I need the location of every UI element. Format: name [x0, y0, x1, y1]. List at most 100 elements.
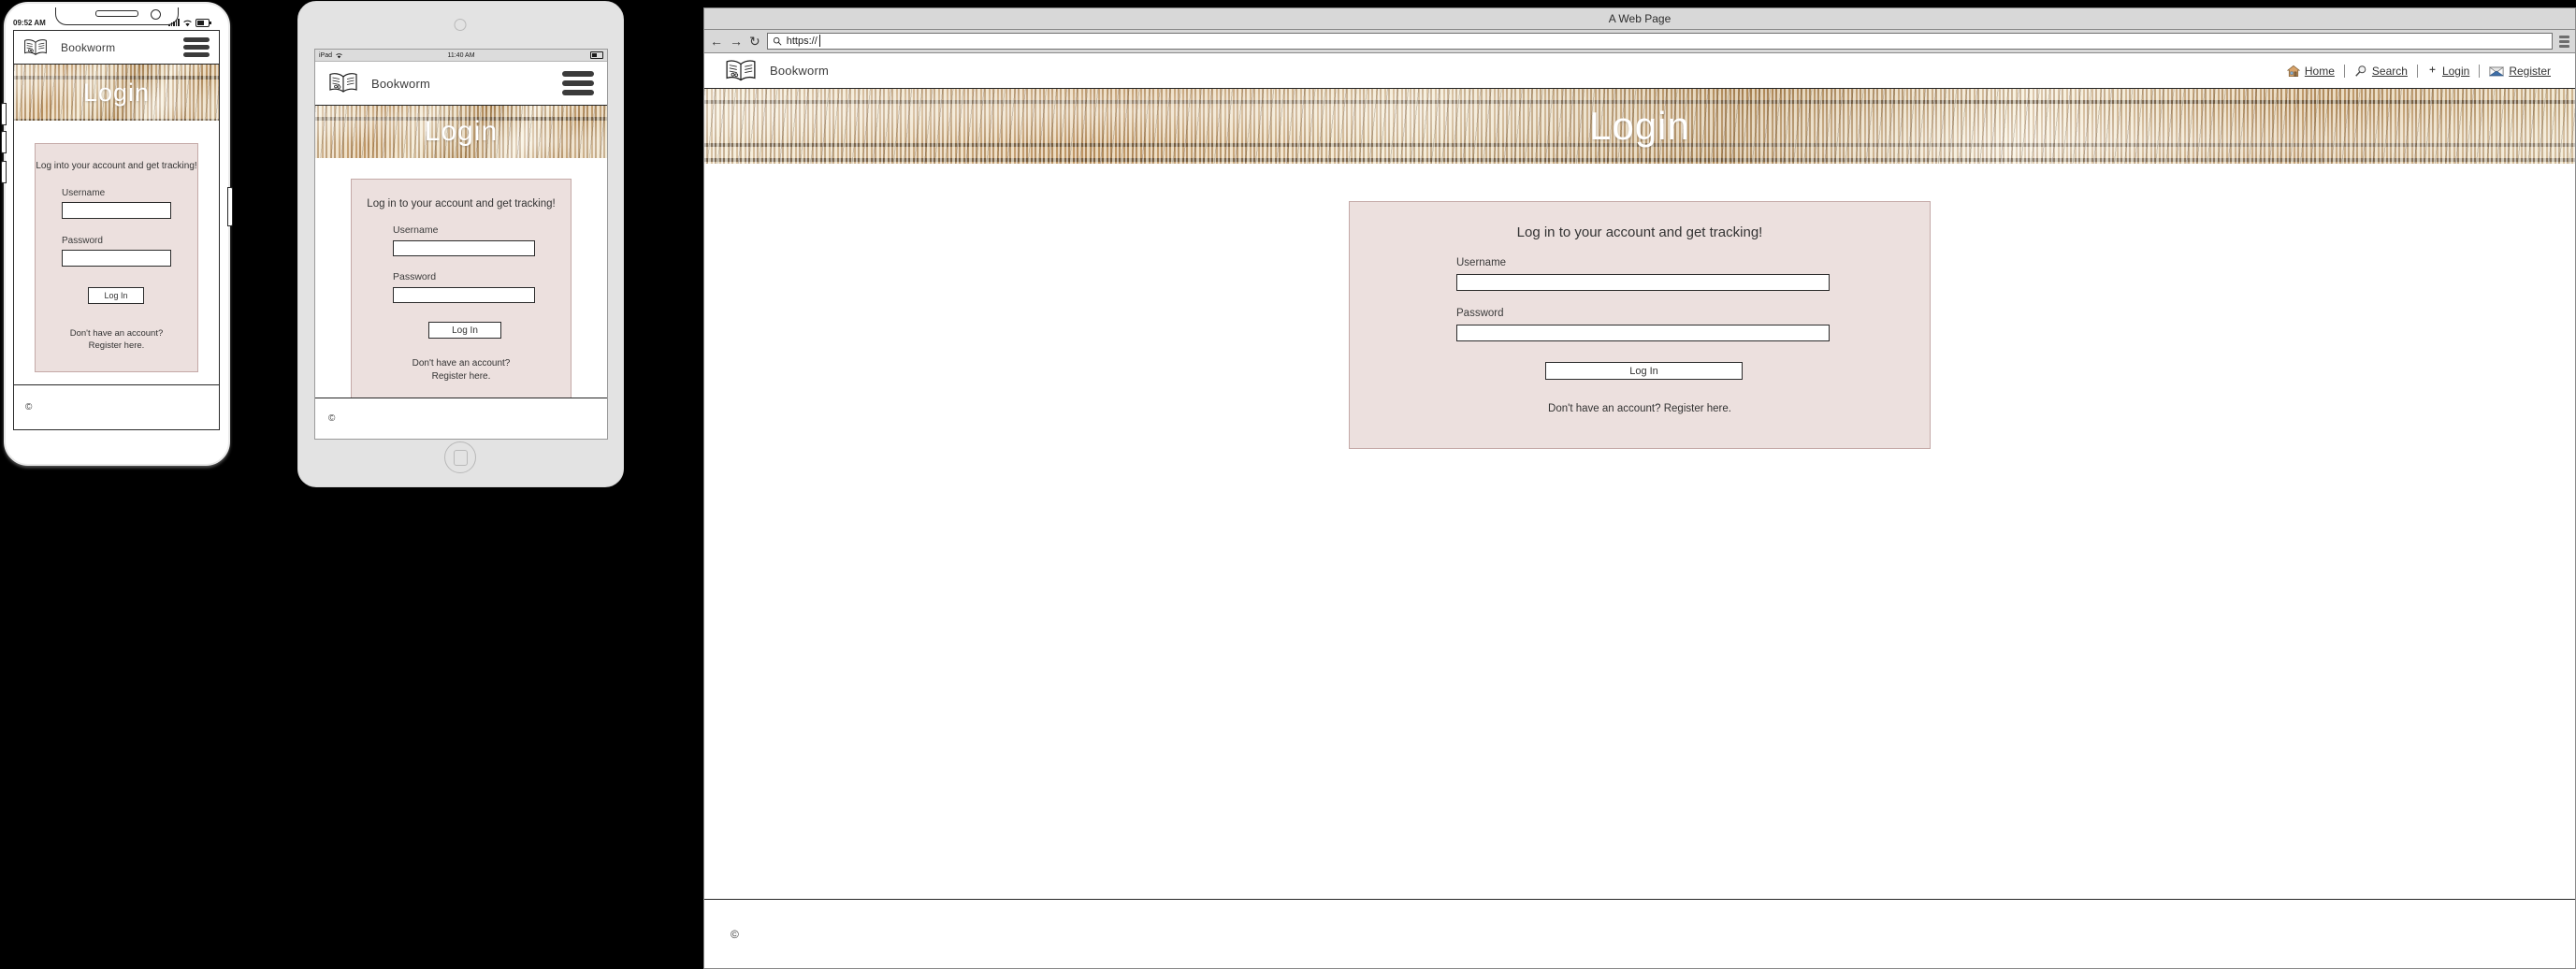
tablet-register-note[interactable]: Don't have an account? Register here. — [352, 357, 571, 383]
desktop-hero-banner: Login — [704, 89, 2575, 164]
tablet-password-input[interactable] — [393, 287, 535, 303]
phone-volume-up-button[interactable] — [1, 103, 7, 125]
tablet-status-time: 11:40 AM — [447, 51, 475, 59]
desktop-site-footer: © — [704, 899, 2575, 968]
tablet-login-button[interactable]: Log In — [428, 322, 501, 339]
phone-hamburger-menu-icon[interactable] — [183, 37, 210, 57]
desktop-password-label: Password — [1456, 308, 1504, 319]
house-icon — [2286, 65, 2300, 77]
tablet-password-label: Password — [393, 271, 437, 282]
wifi-icon — [183, 20, 192, 26]
tablet-status-left: iPad — [319, 52, 343, 59]
phone-login-form: Username Password Log In — [36, 188, 197, 304]
phone-register-link[interactable]: Register here. — [36, 340, 197, 353]
nav-item-home[interactable]: Home — [2278, 64, 2345, 78]
phone-status-indicators — [168, 18, 211, 27]
phone-volume-down-button[interactable] — [1, 131, 7, 153]
open-book-icon — [329, 73, 357, 93]
reload-icon[interactable]: ↻ — [749, 35, 760, 48]
phone-power-button[interactable] — [227, 187, 233, 226]
tablet-front-camera-icon — [454, 19, 467, 31]
desktop-username-input[interactable] — [1456, 274, 1830, 291]
phone-mockup: 09:52 AM Bookworm Login Log into your ac… — [0, 0, 234, 468]
wifi-icon — [336, 52, 342, 58]
phone-speaker — [95, 10, 138, 17]
open-book-icon — [726, 59, 756, 80]
tablet-screen: iPad 11:40 AM Bookworm Login Log in to y… — [314, 49, 608, 440]
phone-login-button[interactable]: Log In — [88, 287, 144, 304]
battery-icon — [195, 18, 211, 27]
desktop-screen: Bookworm Home Search Login Register Logi… — [703, 53, 2576, 969]
desktop-main-nav: Home Search Login Register — [2278, 64, 2554, 78]
tablet-login-card-title: Log in to your account and get tracking! — [367, 198, 556, 210]
phone-username-label: Username — [62, 188, 106, 198]
open-book-icon — [24, 38, 47, 55]
magnifier-icon — [2355, 65, 2366, 77]
nav-label-search: Search — [2371, 64, 2408, 78]
nav-item-search[interactable]: Search — [2345, 64, 2418, 78]
desktop-password-input[interactable] — [1456, 325, 1830, 341]
tablet-device-label: iPad — [319, 51, 333, 59]
tablet-hamburger-menu-icon[interactable] — [562, 71, 594, 95]
phone-hero-banner: Login — [14, 65, 219, 121]
phone-brand-name: Bookworm — [61, 40, 116, 54]
phone-mute-switch[interactable] — [1, 161, 7, 183]
desktop-login-card: Log in to your account and get tracking!… — [1349, 201, 1931, 449]
phone-screen: Bookworm Login Log into your account and… — [13, 30, 220, 430]
url-text: https:// — [787, 35, 820, 47]
tablet-home-button[interactable] — [444, 441, 476, 473]
back-arrow-icon[interactable]: ← — [710, 35, 723, 48]
desktop-login-button[interactable]: Log In — [1545, 362, 1743, 380]
phone-register-note[interactable]: Don't have an account? Register here. — [36, 328, 197, 353]
desktop-hero-title: Login — [1589, 104, 1690, 148]
cellular-signal-icon — [168, 19, 180, 26]
phone-password-input[interactable] — [62, 250, 171, 267]
phone-login-card-title: Log into your account and get tracking! — [36, 161, 197, 171]
tablet-brand[interactable]: Bookworm — [328, 72, 430, 94]
forward-arrow-icon[interactable]: → — [730, 35, 743, 48]
battery-icon — [590, 51, 603, 59]
desktop-register-note[interactable]: Don't have an account? Register here. — [1456, 402, 1823, 417]
tablet-site-header: Bookworm — [315, 62, 607, 106]
tablet-site-footer: © — [315, 398, 607, 439]
tablet-register-line-1: Don't have an account? — [412, 358, 511, 369]
phone-hero-title: Login — [82, 78, 151, 107]
tablet-hero-banner: Login — [315, 106, 607, 158]
desktop-browser-mockup: A Web Page ← → ↻ https:// Bookworm Home … — [703, 7, 2576, 969]
desktop-brand[interactable]: Bookworm — [725, 59, 829, 83]
tablet-brand-name: Bookworm — [371, 76, 431, 91]
tablet-username-input[interactable] — [393, 240, 535, 256]
desktop-login-card-title: Log in to your account and get tracking! — [1516, 224, 1763, 240]
browser-title-bar: A Web Page — [703, 7, 2576, 30]
url-caret — [818, 35, 820, 47]
phone-password-label: Password — [62, 236, 103, 246]
tablet-username-label: Username — [393, 224, 439, 236]
plus-icon — [2429, 66, 2436, 73]
nav-item-register[interactable]: Register — [2480, 65, 2554, 78]
tablet-copyright: © — [328, 413, 336, 424]
phone-username-input[interactable] — [62, 202, 171, 219]
envelope-icon — [2489, 66, 2505, 76]
tablet-register-link[interactable]: Register here. — [352, 370, 571, 383]
tablet-hero-title: Login — [424, 116, 499, 147]
phone-site-header: Bookworm — [14, 31, 219, 65]
phone-brand[interactable]: Bookworm — [23, 38, 115, 57]
tablet-mockup: iPad 11:40 AM Bookworm Login Log in to y… — [297, 0, 624, 487]
phone-register-line-1: Don't have an account? — [69, 328, 164, 339]
phone-login-card: Log into your account and get tracking! … — [35, 143, 198, 372]
desktop-brand-name: Bookworm — [770, 64, 830, 78]
url-bar[interactable]: https:// — [766, 33, 2553, 50]
tablet-status-bar: iPad 11:40 AM — [315, 50, 607, 62]
phone-status-time: 09:52 AM — [13, 18, 46, 27]
browser-toolbar: ← → ↻ https:// — [703, 30, 2576, 53]
search-icon — [773, 36, 782, 46]
nav-item-login[interactable]: Login — [2418, 64, 2481, 78]
desktop-copyright: © — [731, 927, 739, 941]
browser-window-title: A Web Page — [1608, 12, 1672, 25]
tablet-login-form: Username Password Log In — [352, 224, 571, 339]
phone-status-bar: 09:52 AM — [13, 17, 211, 28]
desktop-login-form: Username Password Log In Don't have an a… — [1350, 257, 1930, 417]
phone-copyright: © — [25, 402, 33, 412]
browser-menu-icon[interactable] — [2559, 35, 2569, 48]
desktop-username-label: Username — [1456, 257, 1507, 268]
